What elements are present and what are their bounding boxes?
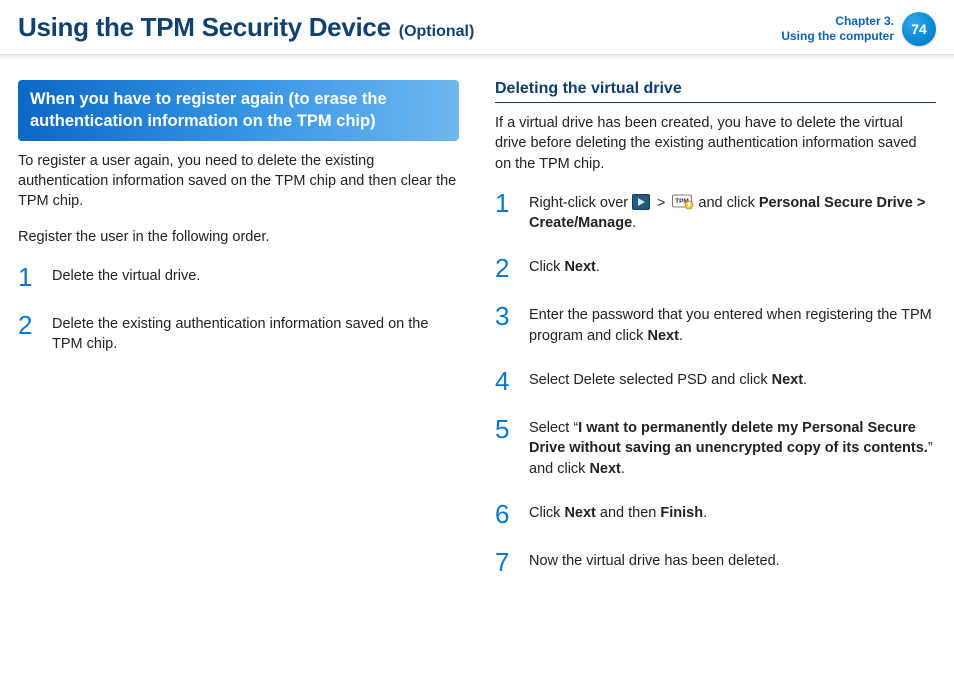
step-text: Select Delete selected PSD and click Nex… (529, 368, 807, 394)
list-item: 5 Select “I want to permanently delete m… (495, 416, 936, 479)
list-item: 1 Right-click over > TPM a (495, 190, 936, 234)
list-item: 6 Click Next and then Finish. (495, 501, 936, 527)
tray-arrow-icon (632, 194, 650, 210)
page-number-badge: 74 (902, 12, 936, 46)
step-number: 5 (495, 416, 517, 479)
step-number: 2 (495, 255, 517, 281)
step-text: Now the virtual drive has been deleted. (529, 549, 780, 575)
chapter-number: Chapter 3. (781, 14, 894, 29)
list-item: 2 Delete the existing authentication inf… (18, 312, 459, 355)
step-text: Right-click over > TPM and click Persona… (529, 190, 936, 234)
tpm-icon: TPM (672, 192, 694, 210)
page-header: Using the TPM Security Device (Optional)… (18, 12, 936, 52)
right-intro: If a virtual drive has been created, you… (495, 113, 936, 174)
section-heading: Deleting the virtual drive (495, 80, 936, 103)
left-step-list: 1 Delete the virtual drive. 2 Delete the… (18, 264, 459, 355)
list-item: 7 Now the virtual drive has been deleted… (495, 549, 936, 575)
step-text: Enter the password that you entered when… (529, 303, 936, 346)
page-subtitle: (Optional) (399, 23, 475, 41)
right-column: Deleting the virtual drive If a virtual … (495, 80, 936, 597)
left-column: When you have to register again (to eras… (18, 80, 459, 597)
step-number: 3 (495, 303, 517, 346)
breadcrumb-separator: > (654, 193, 668, 213)
step-number: 1 (18, 264, 40, 290)
list-item: 1 Delete the virtual drive. (18, 264, 459, 290)
page-number: 74 (911, 21, 927, 37)
callout-register-again: When you have to register again (to eras… (18, 80, 459, 141)
step-number: 1 (495, 190, 517, 234)
left-paragraph-1: To register a user again, you need to de… (18, 151, 459, 212)
chapter-label: Chapter 3. Using the computer (781, 14, 894, 44)
header-right: Chapter 3. Using the computer 74 (781, 12, 936, 46)
page-title: Using the TPM Security Device (18, 12, 391, 43)
content-columns: When you have to register again (to eras… (18, 80, 936, 597)
step-text: Select “I want to permanently delete my … (529, 416, 936, 479)
step-number: 6 (495, 501, 517, 527)
left-paragraph-2: Register the user in the following order… (18, 227, 459, 247)
title-wrap: Using the TPM Security Device (Optional) (18, 12, 474, 43)
step-text: Delete the virtual drive. (52, 264, 200, 290)
right-step-list: 1 Right-click over > TPM a (495, 190, 936, 575)
step-number: 2 (18, 312, 40, 355)
step-text: Delete the existing authentication infor… (52, 312, 459, 355)
chapter-title: Using the computer (781, 29, 894, 44)
step-number: 4 (495, 368, 517, 394)
step-number: 7 (495, 549, 517, 575)
list-item: 2 Click Next. (495, 255, 936, 281)
list-item: 3 Enter the password that you entered wh… (495, 303, 936, 346)
step-text: Click Next. (529, 255, 600, 281)
list-item: 4 Select Delete selected PSD and click N… (495, 368, 936, 394)
header-divider (0, 54, 954, 60)
step-text: Click Next and then Finish. (529, 501, 707, 527)
